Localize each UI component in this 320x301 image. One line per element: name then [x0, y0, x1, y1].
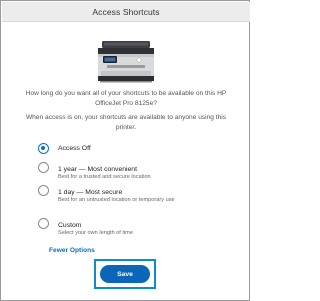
dialog: Access Shortcuts How long do you want al…: [0, 0, 250, 301]
option-title: Access Off: [58, 145, 91, 152]
radio-access-off[interactable]: [38, 143, 49, 154]
title-bar: Access Shortcuts: [2, 2, 250, 22]
option-title: Custom: [58, 222, 82, 229]
availability-question: How long do you want all of your shortcu…: [25, 90, 227, 107]
dialog-title: Access Shortcuts: [92, 6, 160, 17]
save-button-highlight: Save: [94, 259, 156, 289]
radio-1-year[interactable]: [38, 162, 49, 173]
option-description: Best for a trusted and secure location: [58, 174, 151, 180]
fewer-options-link[interactable]: Fewer Options: [49, 247, 95, 254]
printer-image: [98, 41, 154, 83]
option-title: 1 year — Most convenient: [58, 166, 137, 173]
radio-custom[interactable]: [38, 218, 49, 229]
access-info: When access is on, your shortcuts are av…: [25, 114, 227, 131]
radio-1-day[interactable]: [38, 185, 49, 196]
save-button[interactable]: Save: [100, 265, 150, 283]
option-description: Select your own length of time: [58, 230, 133, 236]
option-description: Best for an untrusted location or tempor…: [58, 197, 175, 203]
option-title: 1 day — Most secure: [58, 189, 123, 196]
